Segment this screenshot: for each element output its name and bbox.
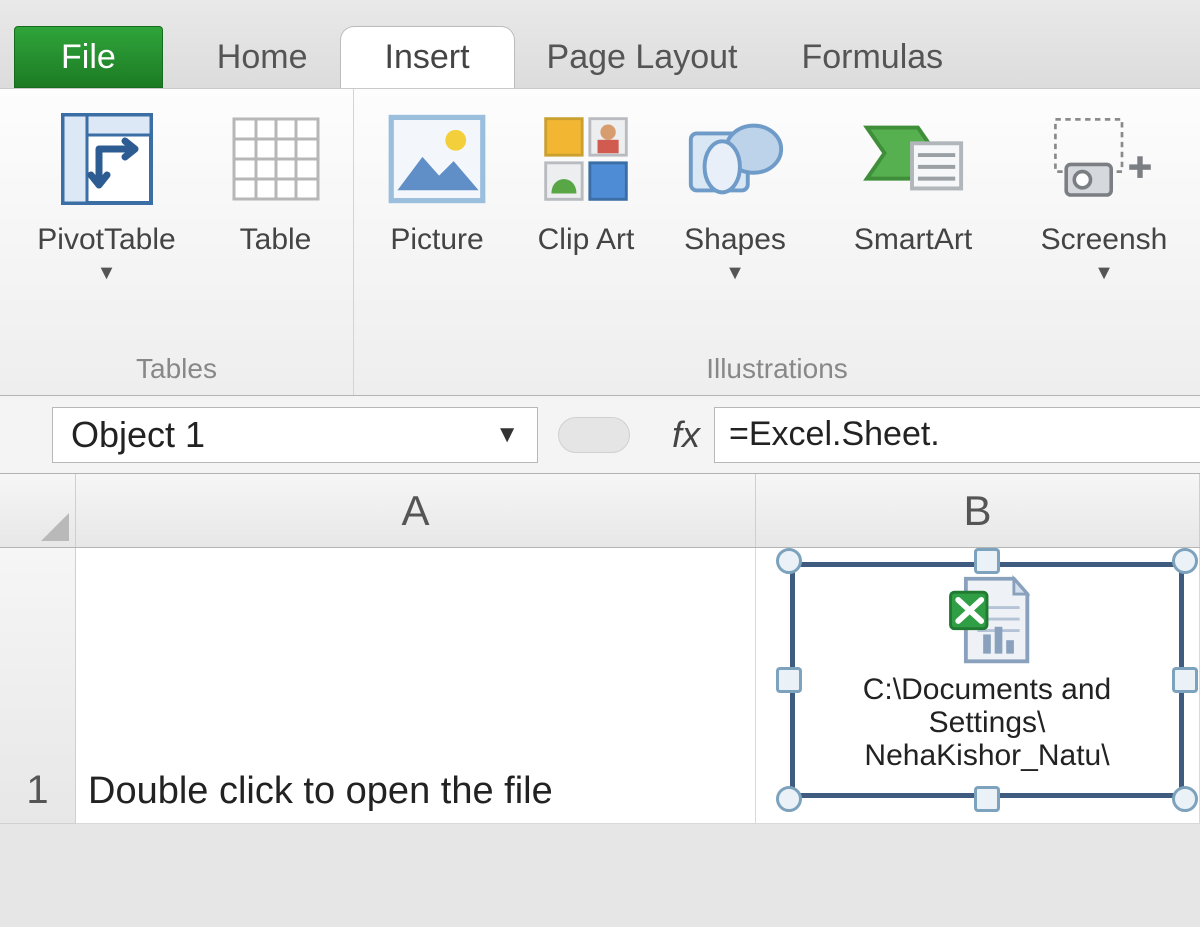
formula-bar: Object 1 ▼ fx =Excel.Sheet.: [0, 396, 1200, 474]
name-box[interactable]: Object 1 ▼: [52, 407, 538, 463]
shapes-label: Shapes: [684, 223, 786, 258]
chevron-down-icon: ▼: [1094, 262, 1114, 285]
formula-value: =Excel.Sheet.: [729, 415, 940, 454]
formula-bar-splitter[interactable]: [558, 417, 630, 453]
clip-art-label: Clip Art: [538, 223, 635, 258]
cell-a1-value: Double click to open the file: [88, 770, 553, 813]
resize-handle-bottom-right[interactable]: [1172, 786, 1198, 812]
pivot-table-button[interactable]: PivotTable ▼: [12, 105, 202, 285]
resize-handle-bottom-left[interactable]: [776, 786, 802, 812]
smartart-button[interactable]: SmartArt: [818, 105, 1008, 258]
picture-label: Picture: [390, 223, 483, 258]
ribbon-tabs: File Home Insert Page Layout Formulas: [0, 0, 1200, 88]
screenshot-icon: [1050, 105, 1158, 213]
fx-label[interactable]: fx: [672, 414, 700, 456]
embedded-object-caption: C:\Documents and Settings\ NehaKishor_Na…: [795, 673, 1179, 772]
clip-art-icon: [532, 105, 640, 213]
chevron-down-icon: ▼: [97, 262, 117, 285]
resize-handle-top[interactable]: [974, 548, 1000, 574]
ribbon-group-illustrations-label: Illustrations: [706, 345, 848, 389]
shapes-icon: [681, 105, 789, 213]
table-icon: [222, 105, 330, 213]
pivot-table-icon: [53, 105, 161, 213]
resize-handle-left[interactable]: [776, 667, 802, 693]
tab-formulas[interactable]: Formulas: [769, 26, 975, 88]
row-headers: 1: [0, 548, 76, 824]
tab-page-layout[interactable]: Page Layout: [515, 26, 770, 88]
tab-insert[interactable]: Insert: [340, 26, 515, 88]
screenshot-button[interactable]: Screensh ▼: [1016, 105, 1192, 285]
ribbon-group-tables: PivotTable ▼ Table Tabl: [0, 89, 354, 395]
column-header-b[interactable]: B: [756, 474, 1200, 547]
picture-icon: [383, 105, 491, 213]
clip-art-button[interactable]: Clip Art: [520, 105, 652, 258]
column-headers: A B: [0, 474, 1200, 548]
chevron-down-icon: ▼: [725, 262, 745, 285]
picture-button[interactable]: Picture: [362, 105, 512, 258]
ribbon-group-illustrations: Picture Clip Art: [354, 89, 1200, 395]
select-all-triangle[interactable]: [0, 474, 76, 547]
embedded-object-frame[interactable]: C:\Documents and Settings\ NehaKishor_Na…: [790, 562, 1184, 798]
resize-handle-top-left[interactable]: [776, 548, 802, 574]
tab-file[interactable]: File: [14, 26, 163, 88]
worksheet: A B 1 Double click to open the file: [0, 474, 1200, 824]
row-header-1[interactable]: 1: [0, 548, 76, 824]
chevron-down-icon[interactable]: ▼: [495, 421, 519, 449]
smartart-icon: [859, 105, 967, 213]
resize-handle-right[interactable]: [1172, 667, 1198, 693]
embedded-object[interactable]: C:\Documents and Settings\ NehaKishor_Na…: [776, 548, 1198, 812]
table-label: Table: [240, 223, 312, 258]
name-box-value: Object 1: [71, 414, 205, 456]
smartart-label: SmartArt: [854, 223, 972, 258]
pivot-table-label: PivotTable: [37, 223, 175, 258]
cell-a1[interactable]: Double click to open the file: [76, 548, 756, 823]
resize-handle-bottom[interactable]: [974, 786, 1000, 812]
table-button[interactable]: Table: [210, 105, 342, 258]
formula-input[interactable]: =Excel.Sheet.: [714, 407, 1200, 463]
ribbon: PivotTable ▼ Table Tabl: [0, 88, 1200, 396]
tab-home[interactable]: Home: [185, 26, 340, 88]
screenshot-label: Screensh: [1041, 223, 1168, 258]
excel-file-icon: [939, 573, 1035, 669]
column-header-a[interactable]: A: [76, 474, 756, 547]
resize-handle-top-right[interactable]: [1172, 548, 1198, 574]
shapes-button[interactable]: Shapes ▼: [660, 105, 810, 285]
ribbon-group-tables-label: Tables: [136, 345, 217, 389]
